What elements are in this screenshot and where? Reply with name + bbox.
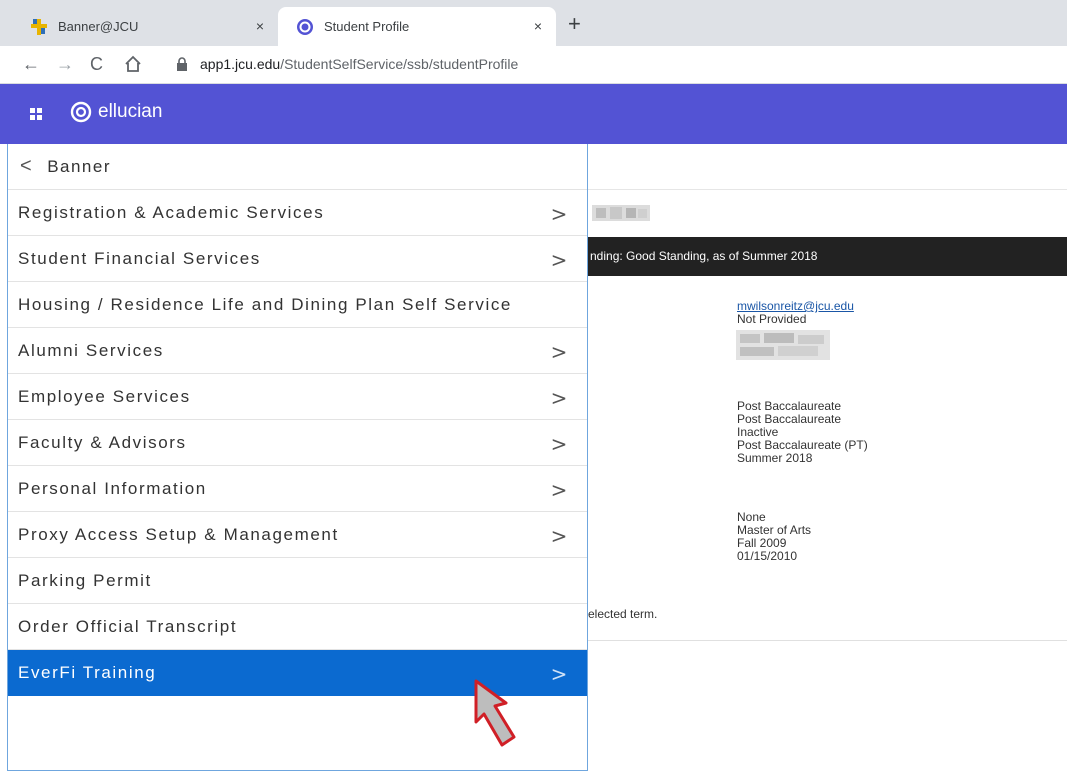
menu-item-label: EverFi Training [18,662,157,682]
app-header: ellucian [0,84,1067,144]
address-bar[interactable]: app1.jcu.edu/StudentSelfService/ssb/stud… [176,55,518,73]
menu-item-faculty[interactable]: Faculty & Advisors > [8,420,587,466]
menu-item-label: Student Financial Services [18,248,261,268]
chevron-right-icon: > [550,478,569,502]
menu-item-personal-info[interactable]: Personal Information > [8,466,587,512]
curriculum-values: Post Baccalaureate Post Baccalaureate In… [737,400,868,465]
reload-icon[interactable]: C [90,54,103,74]
date-value: 01/15/2010 [737,549,798,563]
menu-item-label: Employee Services [18,386,191,406]
close-tab-icon[interactable]: × [256,18,264,34]
annotation-arrow-icon [474,679,516,747]
browser-tab-banner[interactable]: Banner@JCU × [0,7,278,46]
menu-item-housing[interactable]: Housing / Residence Life and Dining Plan… [8,282,587,328]
chevron-right-icon: > [550,432,569,456]
menu-item-label: Housing / Residence Life and Dining Plan… [18,294,512,314]
menu-back-button[interactable]: < Banner [8,144,587,190]
menu-item-alumni[interactable]: Alumni Services > [8,328,587,374]
first-term-value: Summer 2018 [737,451,813,465]
browser-toolbar: ← → C app1.jcu.edu/StudentSelfService/ss… [0,46,1067,84]
menu-item-employee[interactable]: Employee Services > [8,374,587,420]
selected-term-note: elected term. [588,607,658,621]
chevron-left-icon: < [20,155,34,177]
redacted-name [592,205,650,221]
close-tab-icon[interactable]: × [534,18,542,34]
menu-item-label: Parking Permit [18,570,152,590]
app-grid-icon[interactable] [30,108,42,120]
cross-favicon-icon [30,18,48,36]
menu-item-label: Registration & Academic Services [18,202,325,222]
menu-item-label: Alumni Services [18,340,164,360]
chevron-right-icon: > [550,202,569,226]
home-icon[interactable] [124,55,142,77]
lock-icon [176,55,190,73]
menu-item-student-financial[interactable]: Student Financial Services > [8,236,587,282]
ellucian-favicon-icon [296,18,314,36]
tab-title: Banner@JCU [58,19,139,34]
menu-item-registration[interactable]: Registration & Academic Services > [8,190,587,236]
menu-item-transcript[interactable]: Order Official Transcript [8,604,587,650]
browser-tab-student-profile[interactable]: Student Profile × [278,7,556,46]
menu-item-label: Order Official Transcript [18,616,238,636]
new-tab-button[interactable]: + [568,13,581,35]
divider [588,640,1067,641]
back-arrow-icon[interactable]: ← [22,54,40,74]
tab-title: Student Profile [324,19,410,34]
redacted-address [736,330,830,360]
graduation-values: None Master of Arts Fall 2009 01/15/2010 [737,511,811,563]
chevron-right-icon: > [550,662,569,686]
divider [588,189,1067,190]
browser-tab-strip: Banner@JCU × Student Profile × + [0,0,1067,46]
menu-item-proxy-access[interactable]: Proxy Access Setup & Management > [8,512,587,558]
chevron-right-icon: > [550,340,569,364]
menu-back-label: Banner [47,156,112,176]
ellucian-logo[interactable]: ellucian [70,101,162,123]
menu-item-parking[interactable]: Parking Permit [8,558,587,604]
chevron-right-icon: > [550,524,569,548]
menu-item-label: Proxy Access Setup & Management [18,524,339,544]
forward-arrow-icon[interactable]: → [56,54,74,74]
chevron-right-icon: > [550,386,569,410]
menu-item-label: Faculty & Advisors [18,432,187,452]
brand-name: ellucian [98,101,163,122]
phone-value: Not Provided [737,312,807,326]
academic-standing-bar: nding: Good Standing, as of Summer 2018 [588,237,1067,276]
chevron-right-icon: > [550,248,569,272]
menu-item-label: Personal Information [18,478,207,498]
ellucian-logo-icon [70,101,92,123]
url-path: /StudentSelfService/ssb/studentProfile [280,56,519,72]
url-host: app1.jcu.edu [200,56,281,72]
